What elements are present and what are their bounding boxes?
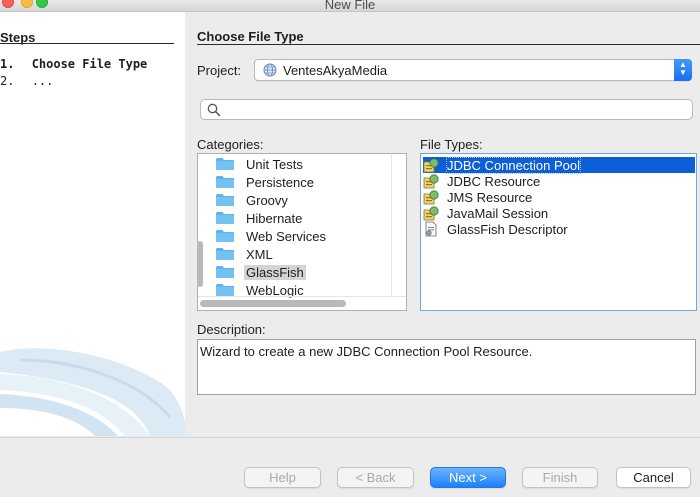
file-type-label: JavaMail Session: [447, 205, 549, 221]
file-type-label: JDBC Resource: [447, 173, 541, 189]
vertical-scrollbar[interactable]: [197, 241, 203, 287]
category-item-groovy[interactable]: Groovy: [216, 191, 290, 209]
folder-icon: [216, 248, 234, 260]
steps-divider: [0, 43, 174, 44]
folder-icon: [216, 158, 234, 170]
file-type-label: JDBC Connection Pool: [446, 156, 581, 174]
step-number: 2.: [0, 74, 15, 88]
folder-icon: [216, 212, 234, 224]
category-label: XML: [246, 246, 273, 262]
step-label: Choose File Type: [31, 57, 148, 71]
step-item-1: 1. Choose File Type: [0, 57, 147, 71]
categories-label: Categories:: [197, 137, 264, 152]
description-text: Wizard to create a new JDBC Connection P…: [200, 344, 533, 359]
title-divider: [197, 44, 700, 45]
description-box: Wizard to create a new JDBC Connection P…: [197, 339, 696, 395]
title-bar: New File: [0, 0, 700, 12]
steps-panel: Steps 1. Choose File Type 2. ...: [0, 12, 185, 436]
file-types-label: File Types:: [420, 137, 483, 152]
window-title: New File: [324, 0, 376, 12]
category-item-hibernate[interactable]: Hibernate: [216, 209, 304, 227]
file-type-item-jdbc-connection-pool[interactable]: JDBC Connection Pool: [423, 156, 695, 174]
project-select[interactable]: VentesAkyaMedia ▲ ▼: [254, 59, 692, 81]
glassfish-resource-icon: [423, 158, 439, 173]
glassfish-resource-icon: [423, 206, 439, 221]
finish-button[interactable]: Finish: [522, 467, 598, 488]
descriptor-document-icon: [425, 221, 437, 237]
file-type-item-glassfish-descriptor[interactable]: GlassFish Descriptor: [423, 221, 695, 237]
file-type-item-jms-resource[interactable]: JMS Resource: [423, 189, 695, 205]
footer-divider: [0, 437, 700, 438]
category-label: Web Services: [246, 228, 326, 244]
globe-icon: [263, 63, 277, 77]
glassfish-resource-icon: [423, 190, 439, 205]
file-type-label: GlassFish Descriptor: [447, 221, 568, 237]
category-label: Hibernate: [246, 210, 303, 226]
back-button[interactable]: < Back: [337, 467, 414, 488]
folder-icon: [216, 230, 234, 242]
categories-list[interactable]: Unit Tests Persistence Groovy Hibernate …: [197, 153, 407, 311]
category-item-persistence[interactable]: Persistence: [216, 173, 316, 191]
folder-icon: [216, 176, 234, 188]
step-number: 1.: [0, 57, 15, 71]
file-type-item-javamail-session[interactable]: JavaMail Session: [423, 205, 695, 221]
category-item-glassfish[interactable]: GlassFish: [216, 263, 306, 281]
horizontal-scroll-track: [198, 296, 406, 297]
description-label: Description:: [197, 322, 266, 337]
decorative-swoosh-image: [0, 348, 185, 436]
category-label: Groovy: [246, 192, 288, 208]
category-item-web-services[interactable]: Web Services: [216, 227, 328, 245]
folder-icon: [216, 194, 234, 206]
search-input[interactable]: [200, 99, 693, 120]
page-title: Choose File Type: [197, 29, 304, 44]
category-label: Unit Tests: [246, 156, 303, 172]
vertical-scroll-track: [391, 154, 392, 296]
file-types-list[interactable]: JDBC Connection Pool JDBC Resource JMS R…: [420, 153, 697, 311]
category-label: Persistence: [246, 174, 314, 190]
next-button[interactable]: Next >: [430, 467, 506, 488]
folder-icon: [216, 284, 234, 296]
glassfish-resource-icon: [423, 174, 439, 189]
horizontal-scrollbar[interactable]: [200, 300, 346, 307]
category-item-unit-tests[interactable]: Unit Tests: [216, 155, 305, 173]
file-type-label: JMS Resource: [447, 189, 533, 205]
project-label: Project:: [197, 63, 242, 78]
step-item-2: 2. ...: [0, 74, 53, 88]
folder-icon: [216, 266, 234, 278]
select-stepper-icon[interactable]: ▲ ▼: [674, 59, 692, 81]
file-type-item-jdbc-resource[interactable]: JDBC Resource: [423, 173, 695, 189]
category-label: GlassFish: [244, 264, 306, 280]
project-value: VentesAkyaMedia: [283, 63, 388, 78]
category-item-xml[interactable]: XML: [216, 245, 275, 263]
help-button[interactable]: Help: [244, 467, 321, 488]
search-icon: [207, 103, 221, 117]
step-label: ...: [31, 74, 54, 88]
cancel-button[interactable]: Cancel: [616, 467, 691, 488]
